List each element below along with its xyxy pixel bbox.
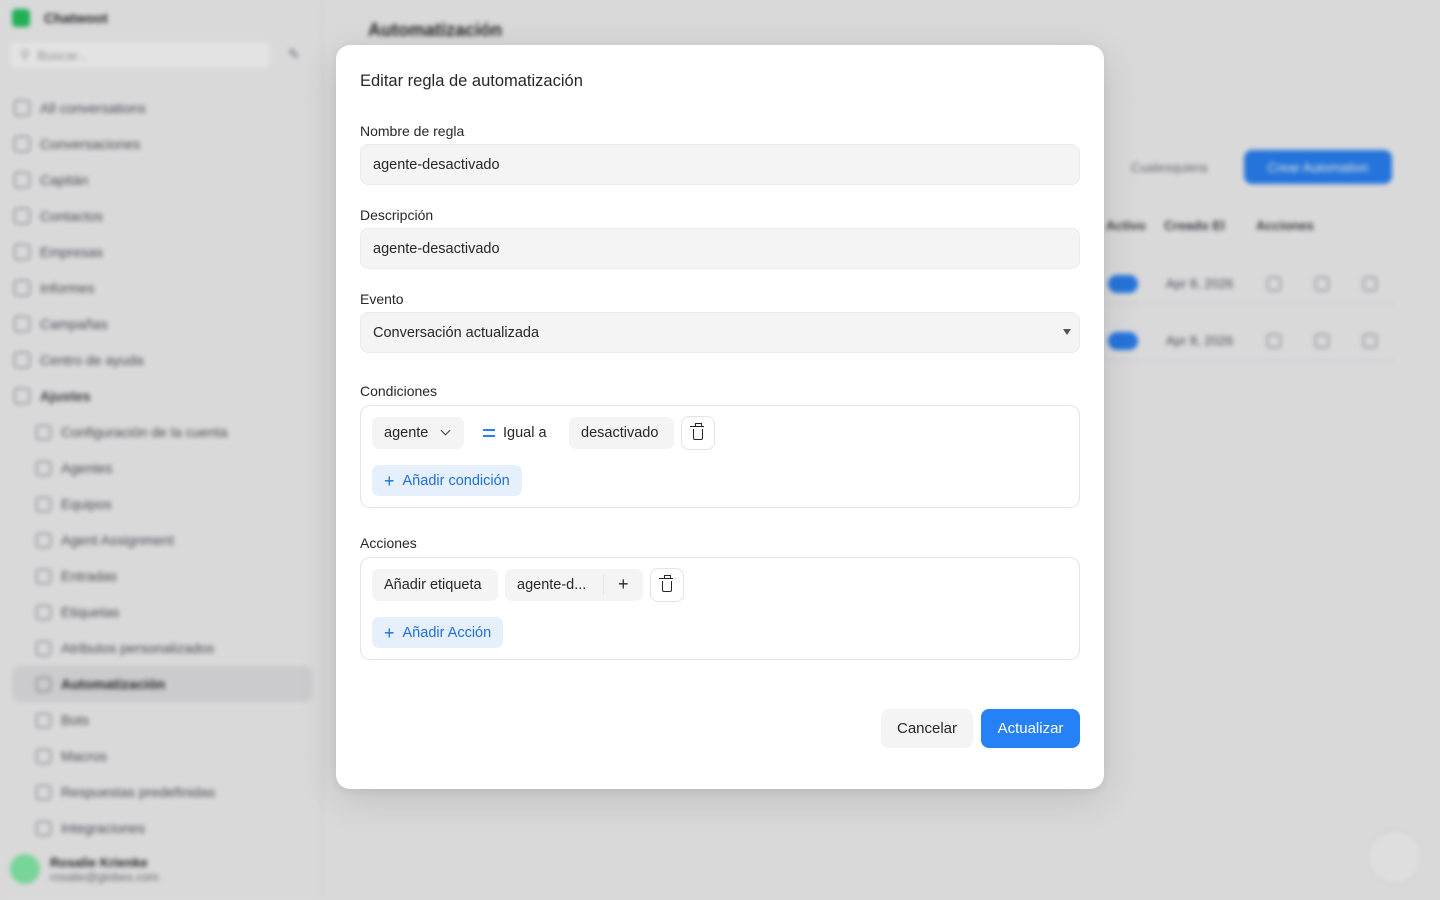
action-tag-select[interactable]: agente-d... + <box>505 569 643 601</box>
condition-attribute-dropdown[interactable]: agente <box>372 417 464 449</box>
equals-icon <box>483 429 495 437</box>
rule-name-input[interactable] <box>360 144 1080 185</box>
dialog-title: Editar regla de automatización <box>360 72 583 90</box>
rule-name-label: Nombre de regla <box>360 123 465 139</box>
add-action-label: Añadir Acción <box>402 624 492 641</box>
delete-action-button[interactable] <box>650 568 684 602</box>
event-select[interactable]: Conversación actualizada <box>360 312 1080 353</box>
conditions-label: Condiciones <box>360 383 438 399</box>
action-tag-value: agente-d... <box>517 577 587 593</box>
trash-icon <box>690 423 704 440</box>
cancel-button[interactable]: Cancelar <box>881 709 973 748</box>
condition-attribute-value: agente <box>384 425 429 441</box>
add-condition-label: Añadir condición <box>402 472 510 489</box>
actions-box: Añadir etiqueta agente-d... + + Añadir A… <box>360 557 1080 660</box>
action-type-value: Añadir etiqueta <box>384 577 482 593</box>
plus-icon: + <box>384 622 395 643</box>
caret-down-icon <box>1063 329 1071 335</box>
event-label: Evento <box>360 291 404 307</box>
delete-condition-button[interactable] <box>681 416 715 450</box>
plus-icon: + <box>384 470 395 491</box>
plus-icon[interactable]: + <box>618 574 629 595</box>
trash-icon <box>659 575 673 592</box>
condition-value-select[interactable]: desactivado <box>569 417 674 449</box>
conditions-box: agente Igual a desactivado + Añadir cond… <box>360 405 1080 508</box>
condition-value: desactivado <box>581 425 659 441</box>
actions-label: Acciones <box>360 535 417 551</box>
add-condition-button[interactable]: + Añadir condición <box>372 465 522 496</box>
chevron-down-icon <box>440 425 451 436</box>
action-type-select[interactable]: Añadir etiqueta <box>372 569 498 601</box>
description-label: Descripción <box>360 207 434 223</box>
description-input[interactable] <box>360 228 1080 269</box>
update-button[interactable]: Actualizar <box>981 709 1080 748</box>
edit-automation-dialog: Editar regla de automatización Nombre de… <box>336 45 1104 789</box>
condition-operator[interactable]: Igual a <box>483 417 547 449</box>
condition-operator-label: Igual a <box>503 425 547 441</box>
add-action-button[interactable]: + Añadir Acción <box>372 617 504 648</box>
divider <box>603 575 604 595</box>
event-value: Conversación actualizada <box>373 324 540 341</box>
